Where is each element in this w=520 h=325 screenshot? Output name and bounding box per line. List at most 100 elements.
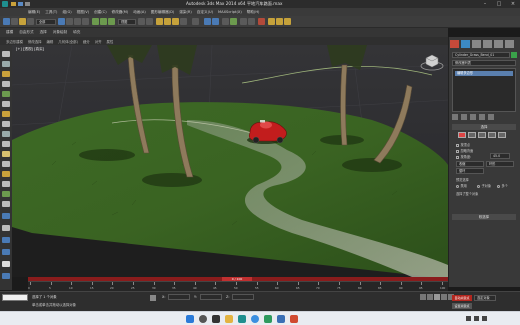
menu-item-group[interactable]: 组(G) bbox=[62, 10, 71, 15]
volume-icon[interactable] bbox=[474, 316, 479, 321]
object-color-swatch[interactable] bbox=[511, 52, 517, 58]
polygon-level-icon[interactable] bbox=[488, 132, 496, 138]
menu-item-modifiers[interactable]: 修改器(M) bbox=[112, 10, 129, 15]
left-tool-11-icon[interactable] bbox=[2, 151, 10, 157]
ring-button[interactable]: 环形 bbox=[486, 161, 514, 167]
close-icon[interactable]: × bbox=[506, 0, 520, 8]
soft-selection-rollout-header[interactable]: 软选择 bbox=[452, 214, 516, 220]
left-tool-16-icon[interactable] bbox=[2, 201, 10, 207]
previous-frame-icon[interactable] bbox=[427, 294, 433, 300]
preview-multi-radio[interactable]: 多个 bbox=[497, 183, 508, 188]
render-icon[interactable] bbox=[284, 18, 291, 25]
left-tool-17-icon[interactable] bbox=[2, 213, 10, 219]
show-end-result-icon[interactable] bbox=[461, 114, 467, 120]
angle-snap-icon[interactable] bbox=[164, 18, 171, 25]
object-name-field[interactable]: Cylinder_Grass_Bend_01 bbox=[452, 52, 510, 58]
preview-disabled-radio[interactable]: 禁用 bbox=[456, 183, 467, 188]
quick-access-save-icon[interactable] bbox=[18, 2, 23, 6]
ribbon-panel-properties[interactable]: 属性 bbox=[106, 39, 113, 44]
ribbon-tab-populate[interactable]: 填充 bbox=[73, 30, 80, 35]
ribbon-tab-object-paint[interactable]: 对象绘制 bbox=[53, 30, 67, 35]
select-object-icon[interactable] bbox=[58, 18, 65, 25]
ribbon-tab-modeling[interactable]: 建模 bbox=[6, 30, 13, 35]
app-logo-icon[interactable] bbox=[2, 1, 8, 7]
media-app-icon[interactable] bbox=[290, 315, 298, 323]
reference-coord-dropdown[interactable]: 视图 bbox=[118, 19, 136, 25]
ribbon-tab-selection[interactable]: 选择 bbox=[40, 30, 47, 35]
menu-item-edit[interactable]: 编辑(E) bbox=[28, 10, 40, 15]
hierarchy-tab-icon[interactable] bbox=[472, 40, 481, 48]
selected-dropdown[interactable]: 选定对象 bbox=[474, 295, 496, 301]
left-tool-4-icon[interactable] bbox=[2, 81, 10, 87]
unlink-icon[interactable] bbox=[27, 18, 34, 25]
mirror-icon[interactable] bbox=[204, 18, 211, 25]
left-tool-1-icon[interactable] bbox=[2, 51, 10, 57]
menu-item-animation[interactable]: 动画(A) bbox=[133, 10, 145, 15]
left-tool-7-icon[interactable] bbox=[2, 111, 10, 117]
angle-spinner[interactable]: 45.0 bbox=[490, 153, 510, 159]
maximize-icon[interactable]: □ bbox=[492, 0, 506, 8]
link-icon[interactable] bbox=[19, 18, 26, 25]
3dsmax-app-icon[interactable] bbox=[238, 315, 246, 323]
quick-access-undo-icon[interactable] bbox=[25, 2, 30, 6]
viewport-label[interactable]: [+] [透视] [真实] bbox=[16, 47, 44, 52]
align-icon[interactable] bbox=[212, 18, 219, 25]
undo-icon[interactable] bbox=[3, 18, 10, 25]
motion-tab-icon[interactable] bbox=[483, 40, 492, 48]
lock-selection-icon[interactable] bbox=[150, 295, 156, 301]
wifi-icon[interactable] bbox=[466, 316, 471, 321]
left-tool-6-icon[interactable] bbox=[2, 101, 10, 107]
select-move-icon[interactable] bbox=[92, 18, 99, 25]
window-crossing-icon[interactable] bbox=[82, 18, 89, 25]
menu-item-views[interactable]: 视图(V) bbox=[77, 10, 89, 15]
y-coord-field[interactable] bbox=[200, 294, 222, 300]
by-angle-checkbox[interactable]: 按角度: bbox=[456, 154, 471, 159]
menu-item-tools[interactable]: 工具(T) bbox=[45, 10, 57, 15]
preview-subobject-radio[interactable]: 子对象 bbox=[477, 183, 491, 188]
left-tool-2-icon[interactable] bbox=[2, 61, 10, 67]
border-level-icon[interactable] bbox=[478, 132, 486, 138]
menu-item-rendering[interactable]: 渲染(R) bbox=[179, 10, 192, 15]
configure-sets-icon[interactable] bbox=[488, 114, 494, 120]
loop-button[interactable]: 循环 bbox=[456, 168, 484, 174]
element-level-icon[interactable] bbox=[498, 132, 506, 138]
make-unique-icon[interactable] bbox=[470, 114, 476, 120]
named-selection-icon[interactable] bbox=[192, 18, 199, 25]
redo-icon[interactable] bbox=[11, 18, 18, 25]
spinner-snap-icon[interactable] bbox=[180, 18, 187, 25]
go-to-start-icon[interactable] bbox=[420, 294, 426, 300]
ribbon-panel-modify-selection[interactable]: 修改选择 bbox=[28, 39, 42, 44]
system-tray[interactable] bbox=[466, 316, 492, 322]
left-tool-3-icon[interactable] bbox=[2, 71, 10, 77]
left-tool-20-icon[interactable] bbox=[2, 249, 10, 255]
left-tool-21-icon[interactable] bbox=[2, 261, 10, 267]
shrink-button[interactable]: 收缩 bbox=[456, 161, 484, 167]
search-icon[interactable] bbox=[199, 315, 207, 323]
material-editor-icon[interactable] bbox=[258, 18, 265, 25]
notes-app-icon[interactable] bbox=[264, 315, 272, 323]
left-tool-8-icon[interactable] bbox=[2, 121, 10, 127]
ribbon-panel-poly-modeling[interactable]: 多边形建模 bbox=[6, 39, 23, 44]
modify-tab-icon[interactable] bbox=[461, 40, 470, 48]
viewcube-icon[interactable] bbox=[420, 50, 444, 72]
render-setup-icon[interactable] bbox=[268, 18, 275, 25]
selection-filter-dropdown[interactable]: 全部 bbox=[36, 19, 56, 25]
menu-item-graph-editors[interactable]: 图形编辑器(D) bbox=[151, 10, 175, 15]
play-icon[interactable] bbox=[434, 294, 440, 300]
selection-rollout-header[interactable]: 选择 bbox=[452, 124, 516, 130]
left-tool-19-icon[interactable] bbox=[2, 237, 10, 243]
track-bar[interactable]: 0 5 10 15 20 25 30 35 40 45 50 55 60 65 70 75 80 85 90 95 10… bbox=[28, 281, 448, 291]
set-key-button[interactable]: 设置关键点 bbox=[452, 303, 472, 309]
minimize-icon[interactable]: – bbox=[478, 0, 492, 8]
left-tool-15-icon[interactable] bbox=[2, 191, 10, 197]
pivot-center-icon[interactable] bbox=[138, 18, 145, 25]
perspective-viewport[interactable] bbox=[12, 45, 448, 277]
task-view-icon[interactable] bbox=[212, 315, 220, 323]
by-vertex-checkbox[interactable]: 按顶点 bbox=[456, 142, 470, 147]
left-tool-5-icon[interactable] bbox=[2, 91, 10, 97]
modifier-stack-item[interactable]: 编辑多边形 bbox=[455, 71, 513, 76]
menu-item-customize[interactable]: 自定义(U) bbox=[197, 10, 213, 15]
utilities-tab-icon[interactable] bbox=[505, 40, 514, 48]
manipulate-icon[interactable] bbox=[146, 18, 153, 25]
rendered-frame-icon[interactable] bbox=[276, 18, 283, 25]
